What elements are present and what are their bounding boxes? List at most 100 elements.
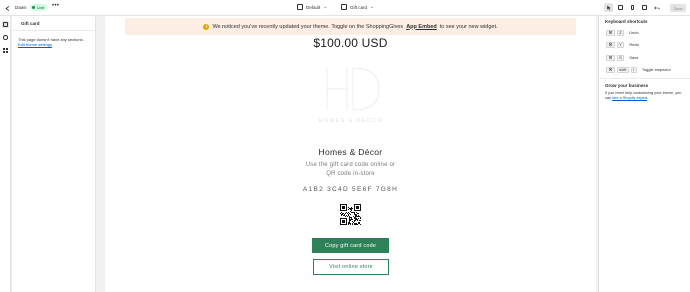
qr-module — [340, 222, 341, 223]
qr-module — [359, 223, 360, 224]
desktop-icon — [618, 5, 623, 10]
qr-module — [343, 207, 344, 208]
save-button[interactable]: Save — [670, 4, 686, 12]
qr-module — [353, 212, 354, 213]
qr-module — [355, 219, 356, 220]
app-embeds-nav-button[interactable] — [2, 47, 9, 54]
qr-module — [360, 220, 361, 221]
qr-module — [358, 208, 359, 209]
shortcut-key: S — [616, 54, 625, 61]
exit-icon[interactable] — [3, 4, 11, 12]
qr-module — [360, 206, 361, 207]
qr-module — [349, 222, 350, 223]
qr-module — [340, 205, 341, 206]
qr-module — [343, 220, 344, 221]
sections-nav-button[interactable] — [2, 21, 9, 28]
qr-module — [358, 206, 359, 207]
qr-module — [356, 223, 357, 224]
qr-module — [344, 208, 345, 209]
qr-module — [350, 224, 351, 225]
qr-module — [356, 218, 357, 219]
qr-module — [342, 204, 343, 205]
qr-module — [345, 210, 346, 211]
qr-module — [360, 208, 361, 209]
qr-module — [355, 204, 356, 205]
qr-module — [343, 215, 344, 216]
theme-select[interactable]: Default ⌄ — [297, 4, 327, 10]
qr-module — [353, 222, 354, 223]
hire-expert-link[interactable]: hire a Shopify expert — [612, 96, 647, 100]
inspector-toggle-button[interactable] — [604, 3, 613, 12]
theme-settings-nav-button[interactable] — [2, 34, 9, 41]
qr-module — [358, 223, 359, 224]
qr-module — [346, 208, 347, 209]
warning-icon: ! — [203, 23, 210, 30]
more-actions-button[interactable]: ••• — [52, 3, 59, 9]
fullscreen-view-button[interactable] — [640, 3, 649, 12]
qr-module — [358, 213, 359, 214]
qr-module — [340, 207, 341, 208]
copy-gift-card-code-button[interactable]: Copy gift card code — [312, 238, 389, 253]
qr-module — [340, 221, 341, 222]
qr-module — [340, 223, 341, 224]
qr-module — [348, 212, 349, 213]
qr-module — [349, 223, 350, 224]
qr-module — [355, 214, 356, 215]
command-key: ⌘ — [606, 29, 615, 36]
qr-module — [352, 223, 353, 224]
qr-module — [342, 221, 343, 222]
app-embed-banner: ! We noticed you've recently updated you… — [125, 18, 576, 35]
qr-module — [359, 216, 360, 217]
qr-module — [349, 221, 350, 222]
qr-module — [342, 222, 343, 223]
desktop-view-button[interactable] — [616, 3, 625, 12]
live-dot-icon — [32, 6, 35, 9]
qr-module — [346, 222, 347, 223]
qr-module — [354, 214, 355, 215]
qr-module — [349, 218, 350, 219]
qr-module — [354, 223, 355, 224]
visit-online-store-button[interactable]: Visit online store — [313, 259, 389, 275]
undo-button[interactable] — [652, 3, 661, 12]
qr-module — [342, 224, 343, 225]
shortcut-key: I — [630, 66, 637, 73]
qr-module — [349, 219, 350, 220]
edit-theme-settings-link[interactable]: Edit theme settings — [18, 42, 52, 47]
apps-icon — [3, 48, 8, 53]
qr-module — [359, 220, 360, 221]
qr-module — [345, 218, 346, 219]
qr-module — [357, 210, 358, 211]
gift-card-code: A1B2 3C4D 5E6F 7G8H — [302, 186, 399, 193]
qr-module — [355, 217, 356, 218]
qr-module — [355, 215, 356, 216]
qr-module — [353, 216, 354, 217]
qr-module — [345, 216, 346, 217]
gift-card-instructions: Use the gift card code online or QR code… — [105, 161, 596, 178]
preview-canvas: ! We noticed you've recently updated you… — [105, 16, 596, 292]
qr-module — [358, 216, 359, 217]
mobile-view-button[interactable] — [628, 3, 637, 12]
grow-business-text: If you need help customizing your theme,… — [605, 91, 687, 101]
qr-module — [346, 218, 347, 219]
qr-module — [352, 221, 353, 222]
qr-module — [344, 221, 345, 222]
preview-tools — [604, 3, 661, 12]
qr-module — [340, 210, 341, 211]
qr-module — [351, 207, 352, 208]
qr-module — [357, 213, 358, 214]
live-status-badge: Live — [30, 4, 48, 11]
app-embed-link[interactable]: App Embed — [406, 24, 437, 30]
qr-module — [346, 205, 347, 206]
qr-module — [350, 220, 351, 221]
shortcut-redo: ⌘ Y Redo — [606, 41, 639, 48]
qr-module — [358, 218, 359, 219]
qr-module — [349, 208, 350, 209]
instructions-line-1: Use the gift card code online or — [305, 162, 396, 168]
page-select[interactable]: Gift card ⌄ — [341, 4, 374, 10]
qr-module — [350, 217, 351, 218]
qr-module — [341, 204, 342, 205]
shortcut-key: Y — [616, 41, 625, 48]
qr-module — [340, 219, 341, 220]
qr-module — [350, 209, 351, 210]
qr-module — [357, 219, 358, 220]
